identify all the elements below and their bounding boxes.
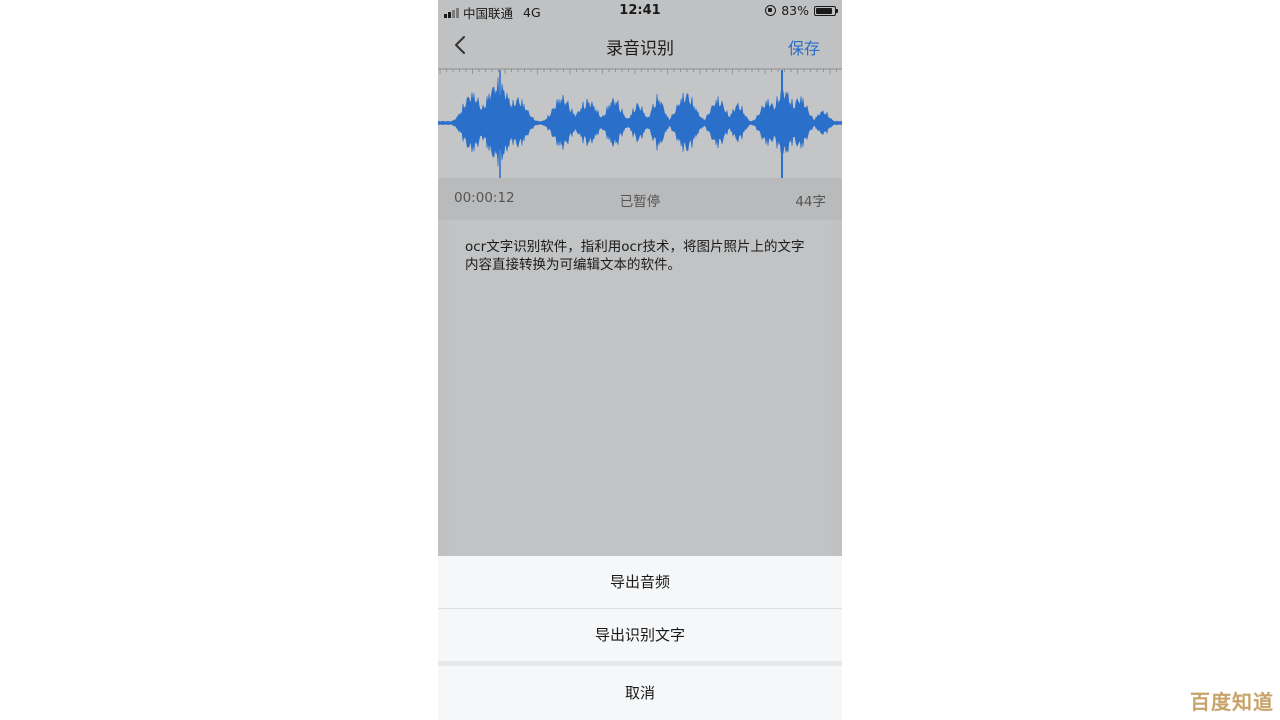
audio-waveform[interactable] — [438, 68, 842, 178]
battery-percent: 83% — [781, 3, 809, 18]
export-audio-button[interactable]: 导出音频 — [438, 556, 842, 609]
nav-bar: 录音识别 保存 — [438, 22, 842, 68]
character-count: 44字 — [795, 194, 826, 210]
status-bar: 中国联通 4G 12:41 83% — [438, 0, 842, 22]
rotation-lock-icon — [765, 5, 777, 16]
save-button[interactable]: 保存 — [788, 35, 820, 59]
status-right: 83% — [765, 3, 838, 18]
phone-screen: 中国联通 4G 12:41 83% 录音识别 保存 00:00:12 已暂停 4… — [438, 0, 842, 720]
baidu-zhidao-watermark: 百度知道 — [1190, 690, 1274, 714]
export-text-button[interactable]: 导出识别文字 — [438, 609, 842, 661]
battery-icon — [814, 5, 838, 16]
transcript-card[interactable]: ocr文字识别软件，指利用ocr技术，将图片照片上的文字内容直接转换为可编辑文本… — [449, 220, 831, 560]
transcript-text[interactable]: ocr文字识别软件，指利用ocr技术，将图片照片上的文字内容直接转换为可编辑文本… — [465, 238, 811, 274]
recording-info-row: 00:00:12 已暂停 44字 — [438, 178, 842, 220]
page-title: 录音识别 — [606, 39, 674, 59]
recording-status: 已暂停 — [619, 194, 661, 210]
cancel-button[interactable]: 取消 — [438, 666, 842, 720]
action-sheet: 导出音频 导出识别文字 取消 — [438, 556, 842, 720]
waveform-graphic — [438, 68, 842, 178]
